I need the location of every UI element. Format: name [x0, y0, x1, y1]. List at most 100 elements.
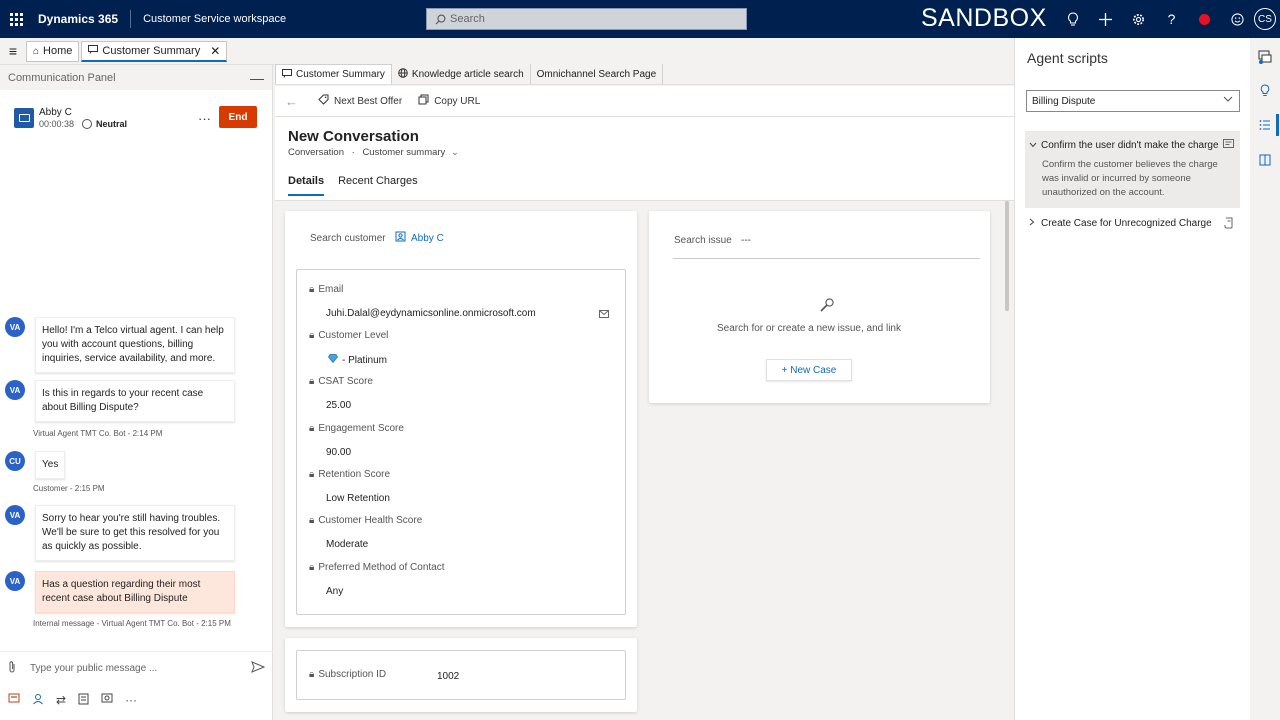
- tab-customer-summary[interactable]: Customer Summary: [275, 64, 392, 84]
- rail-active-indicator: [1276, 114, 1279, 136]
- search-issue-input[interactable]: ---: [741, 235, 751, 246]
- page-title: New Conversation: [288, 128, 419, 145]
- script-step-confirm-charge[interactable]: Confirm the user didn't make the charge …: [1025, 131, 1240, 208]
- main-scrollbar[interactable]: [1005, 201, 1009, 311]
- chat-message: VA Sorry to hear you're still having tro…: [5, 505, 235, 561]
- lock-icon: 🔒︎: [309, 562, 315, 573]
- email-value[interactable]: Juhi.Dalal@eydynamicsonline.onmicrosoft.…: [326, 308, 536, 319]
- script-step-title: Confirm the user didn't make the charge: [1041, 140, 1219, 151]
- minimize-icon[interactable]: —: [250, 70, 264, 86]
- globe-icon: [398, 67, 408, 81]
- lightbulb-icon[interactable]: [1056, 0, 1089, 38]
- more-options-icon[interactable]: ···: [198, 111, 211, 126]
- back-arrow-icon[interactable]: ←: [285, 94, 298, 109]
- customer-health-value: Moderate: [326, 539, 369, 550]
- tab-omnichannel-search[interactable]: Omnichannel Search Page: [531, 64, 664, 84]
- global-search-input[interactable]: Search: [426, 8, 747, 30]
- smiley-icon[interactable]: [1221, 0, 1254, 38]
- chevron-down-icon[interactable]: [1029, 140, 1037, 150]
- quick-replies-icon[interactable]: [8, 693, 20, 708]
- sentiment-badge: Neutral: [82, 119, 127, 129]
- chat-message: VA Hello! I'm a Telco virtual agent. I c…: [5, 317, 235, 373]
- form-name: Customer summary: [362, 147, 446, 158]
- message-input[interactable]: Type your public message ...: [30, 663, 251, 674]
- record-icon[interactable]: [1188, 0, 1221, 38]
- lock-icon: 🔒︎: [309, 469, 315, 480]
- compose-bar: Type your public message ...: [0, 651, 273, 685]
- next-best-offer-button[interactable]: Next Best Offer: [318, 94, 402, 108]
- consult-icon[interactable]: [32, 693, 44, 708]
- send-email-icon[interactable]: [599, 309, 609, 321]
- contact-icon: [395, 231, 406, 245]
- script-step-create-case[interactable]: Create Case for Unrecognized Charge: [1025, 214, 1240, 236]
- message-meta: Internal message - Virtual Agent TMT Co.…: [33, 619, 231, 628]
- new-case-button[interactable]: + New Case: [766, 359, 852, 381]
- transfer-icon[interactable]: ⇄: [56, 693, 66, 708]
- script-step-title: Create Case for Unrecognized Charge: [1041, 218, 1212, 229]
- sentiment-label: Neutral: [96, 119, 128, 129]
- lock-icon: 🔒︎: [309, 423, 315, 434]
- search-placeholder: Search: [450, 13, 485, 25]
- customer-details-section: 🔒︎ Email Juhi.Dalal@eydynamicsonline.onmi…: [296, 269, 626, 615]
- notes-icon[interactable]: [78, 693, 89, 708]
- attachment-icon[interactable]: [8, 660, 16, 677]
- customer-level-value: - Platinum: [328, 354, 387, 366]
- kb-search-icon[interactable]: [101, 693, 113, 708]
- end-conversation-button[interactable]: End: [219, 106, 257, 128]
- message-avatar: VA: [5, 505, 25, 525]
- issue-card: Search issue --- Search for or create a …: [649, 211, 990, 403]
- subscription-id-value: 1002: [437, 671, 460, 682]
- tab-recent-charges[interactable]: Recent Charges: [338, 175, 418, 196]
- script-selector[interactable]: Billing Dispute: [1026, 90, 1240, 112]
- chevron-down-icon: ⌄: [450, 147, 459, 158]
- hamburger-menu-icon[interactable]: ≡: [0, 43, 26, 59]
- home-icon: ⌂: [33, 45, 40, 57]
- app-launcher-icon[interactable]: [2, 0, 30, 38]
- message-avatar: VA: [5, 317, 25, 337]
- copy-url-button[interactable]: Copy URL: [418, 94, 480, 108]
- empty-state-text: Search for or create a new issue, and li…: [717, 323, 901, 334]
- close-icon[interactable]: ✕: [210, 44, 220, 58]
- session-tabs: ≡ ⌂ Home Customer Summary ✕: [0, 38, 275, 65]
- selected-script: Billing Dispute: [1032, 95, 1096, 107]
- brand-name[interactable]: Dynamics 365: [30, 10, 132, 28]
- preferred-contact-value: Any: [326, 586, 344, 597]
- form-tabs: Details Recent Charges: [288, 175, 418, 196]
- form-header: New Conversation Conversation · Customer…: [275, 117, 1014, 201]
- plus-icon[interactable]: [1089, 0, 1122, 38]
- top-bar: Dynamics 365 Customer Service workspace …: [0, 0, 1280, 38]
- form-selector[interactable]: Customer summary ⌄: [362, 147, 458, 158]
- agent-scripts-title: Agent scripts: [1027, 50, 1108, 66]
- chevron-down-icon: [1223, 94, 1233, 105]
- gear-icon[interactable]: [1122, 0, 1155, 38]
- app-name[interactable]: Customer Service workspace: [131, 13, 286, 25]
- more-options-icon[interactable]: ···: [125, 693, 137, 708]
- csat-score-label: 🔒︎ CSAT Score: [309, 376, 373, 387]
- chat-icon: [282, 68, 292, 81]
- subtitle-separator: ·: [351, 147, 355, 158]
- tab-details[interactable]: Details: [288, 175, 325, 196]
- comm-panel-title: Communication Panel: [8, 71, 116, 84]
- session-tab-home[interactable]: ⌂ Home: [26, 40, 80, 62]
- sentiment-icon: [82, 119, 93, 129]
- chat-message-internal: VA Has a question regarding their most r…: [5, 571, 235, 613]
- send-icon[interactable]: [251, 661, 266, 676]
- search-customer-label: Search customer: [310, 233, 386, 244]
- copy-icon: [418, 94, 429, 108]
- offer-icon: [318, 94, 329, 108]
- chevron-right-icon[interactable]: [1029, 218, 1035, 228]
- user-avatar[interactable]: CS: [1254, 8, 1276, 30]
- tab-label: Knowledge article search: [411, 68, 524, 80]
- session-tab-customer-summary[interactable]: Customer Summary ✕: [81, 40, 228, 62]
- smart-assist-icon[interactable]: [1258, 50, 1272, 64]
- lock-icon: 🔒︎: [309, 330, 315, 341]
- lock-icon: 🔒︎: [309, 376, 315, 387]
- customer-lookup[interactable]: Abby C: [395, 231, 444, 245]
- tab-knowledge-search[interactable]: Knowledge article search: [392, 64, 531, 84]
- agent-scripts-icon[interactable]: [1258, 118, 1272, 132]
- entity-name: Conversation: [288, 147, 344, 158]
- help-icon[interactable]: ?: [1155, 0, 1188, 38]
- knowledge-book-icon[interactable]: [1258, 153, 1272, 167]
- search-icon: [435, 14, 446, 24]
- lightbulb-icon[interactable]: [1258, 83, 1272, 97]
